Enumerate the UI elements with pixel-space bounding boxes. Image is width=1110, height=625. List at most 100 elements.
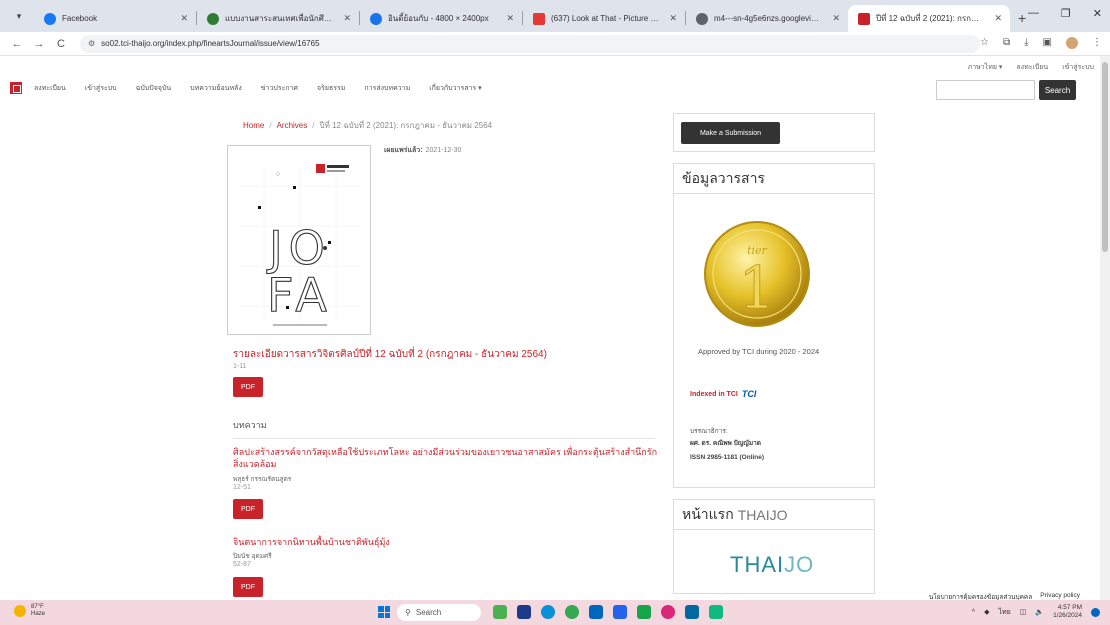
clock[interactable]: 4:57 PM 1/26/2024 <box>1053 604 1082 620</box>
tray-app-icon[interactable]: ◆ <box>984 608 989 616</box>
download-icon[interactable]: ⤓ <box>1024 37 1028 49</box>
page-scrollbar[interactable] <box>1100 56 1110 600</box>
nav-login[interactable]: เข้าสู่ระบบ <box>85 83 117 94</box>
close-window-icon[interactable]: ✕ <box>1093 7 1102 20</box>
browser-tab-active[interactable]: ปีที่ 12 ฉบับที่ 2 (2021): กรกฎาคม ✕ <box>848 5 1010 32</box>
web-page: ภาษาไทย ▾ ลงทะเบียน เข้าสู่ระบบ ลงทะเบีย… <box>0 56 1110 600</box>
editor-label: บรรณาธิการ: <box>690 428 728 435</box>
article-2-pages: 52-87 <box>233 561 251 568</box>
thaijo-logo-link[interactable]: THAIJO <box>730 552 814 578</box>
journal-info-details: บรรณาธิการ: ผศ. ดร. คณิพพ ปัญญัมาด ISSN … <box>690 426 764 464</box>
profile-avatar[interactable] <box>1066 37 1078 49</box>
nav-register[interactable]: ลงทะเบียน <box>34 83 66 94</box>
volume-icon[interactable]: 🔈 <box>1035 608 1044 616</box>
windows-taskbar: 87°F Haze ⚲ Search ^ ◆ ไทย ◫ 🔈 4:57 PM 1/2… <box>0 600 1110 625</box>
tray-chevron-icon[interactable]: ^ <box>972 609 975 616</box>
close-tab-icon[interactable]: ✕ <box>669 13 677 24</box>
youtube-favicon-icon <box>533 12 545 25</box>
notification-icon[interactable] <box>1091 607 1100 617</box>
breadcrumb-archives[interactable]: Archives <box>277 121 308 130</box>
restore-icon[interactable]: ❐ <box>1061 7 1071 20</box>
article-1-author: พสุธร์ กรรณรัตนสูตร <box>233 476 292 483</box>
windows-start-icon[interactable] <box>378 606 390 618</box>
toc-issue-details-link[interactable]: รายละเอียดวารสารวิจิตรศิลป์ปีที่ 12 ฉบับ… <box>233 347 547 362</box>
indexed-in-tci[interactable]: Indexed in TCI TCI <box>690 389 756 399</box>
system-tray: ^ ◆ ไทย ◫ 🔈 4:57 PM 1/26/2024 <box>972 604 1100 620</box>
weather-widget[interactable]: 87°F Haze <box>14 604 45 618</box>
close-tab-icon[interactable]: ✕ <box>180 13 188 24</box>
toc-pages: 1-11 <box>233 363 247 370</box>
more-menu-icon[interactable]: ⋮ <box>1092 37 1102 49</box>
taskbar-apps <box>493 605 723 619</box>
nav-about[interactable]: เกี่ยวกับวารสาร ▾ <box>429 83 481 94</box>
taskbar-search[interactable]: ⚲ Search <box>397 604 481 621</box>
file-explorer-icon[interactable] <box>517 605 531 619</box>
photos-app-icon[interactable] <box>661 605 675 619</box>
extensions-icon[interactable]: ⧉ <box>1003 37 1010 49</box>
tci-logo-icon: TCI <box>741 389 757 399</box>
back-arrow-icon[interactable]: ← <box>8 38 26 50</box>
thaijo-heading: หน้าแรก THAIJO <box>674 500 874 530</box>
close-tab-icon[interactable]: ✕ <box>506 13 514 24</box>
nav-current-issue[interactable]: ฉบับปัจจุบัน <box>136 83 172 94</box>
site-search-input[interactable] <box>936 80 1035 100</box>
article-2-pdf-button[interactable]: PDF <box>233 577 263 597</box>
issue-cover-image[interactable]: JO FA <box>227 145 371 335</box>
nav-ethics[interactable]: จริยธรรม <box>317 83 345 94</box>
close-tab-icon[interactable]: ✕ <box>994 13 1002 24</box>
tier-1-medal-icon: tier 1 <box>704 221 810 327</box>
address-toolbar: ← → C ⚙ so02.tci-thaijo.org/index.php/fi… <box>0 32 1110 56</box>
make-submission-button[interactable]: Make a Submission <box>681 122 780 144</box>
breadcrumb-home[interactable]: Home <box>243 121 264 130</box>
privacy-policy-link[interactable]: Privacy policy <box>1040 592 1080 600</box>
mail-app-icon[interactable] <box>589 605 603 619</box>
article-2-title-link[interactable]: จินตนาการจากนิทานพื้นบ้านชาติพันธุ์มุ้ง <box>233 536 658 548</box>
browser-tab-youtube[interactable]: (637) Look at That - Picture Boo ✕ <box>523 5 685 32</box>
login-link[interactable]: เข้าสู่ระบบ <box>1062 62 1094 73</box>
scroll-thumb[interactable] <box>1102 62 1108 252</box>
chrome-browser-icon[interactable] <box>565 605 579 619</box>
language-menu[interactable]: ภาษาไทย ▾ <box>968 62 1003 73</box>
bookmark-star-icon[interactable]: ☆ <box>980 37 989 49</box>
article-1-title-link[interactable]: ศิลปะสร้างสรรค์จากวัสดุเหลือใช้ประเภทโลห… <box>233 446 658 470</box>
browser-tab-facebook[interactable]: Facebook ✕ <box>34 5 196 32</box>
svg-text:1: 1 <box>739 254 776 322</box>
minimize-icon[interactable]: — <box>1028 7 1039 20</box>
new-tab-plus-icon[interactable]: + <box>1018 10 1026 26</box>
close-tab-icon[interactable]: ✕ <box>832 13 840 24</box>
nav-submissions[interactable]: การส่งบทความ <box>364 83 410 94</box>
ime-icon[interactable]: ไทย <box>998 607 1010 618</box>
widgets-app-icon[interactable] <box>493 605 507 619</box>
forward-arrow-icon[interactable]: → <box>30 38 48 50</box>
window-controls: — ❐ ✕ <box>1028 7 1102 20</box>
site-info-icon[interactable]: ⚙ <box>88 39 95 48</box>
cover-letters-bottom: FA <box>267 268 333 322</box>
outlook-app-icon[interactable] <box>685 605 699 619</box>
url-bar[interactable]: ⚙ so02.tci-thaijo.org/index.php/finearts… <box>80 34 980 53</box>
editor-name: ผศ. ดร. คณิพพ ปัญญัมาด <box>690 440 761 447</box>
tab-search-chevron-icon[interactable]: ▾ <box>8 5 30 27</box>
network-icon[interactable]: ◫ <box>1020 608 1027 616</box>
article-1-pages: 12-51 <box>233 484 251 491</box>
edge-browser-icon[interactable] <box>541 605 555 619</box>
privacy-policy-th-link[interactable]: นโยบายการคุ้มครองข้อมูลส่วนบุคคล <box>929 592 1032 600</box>
article-1-pdf-button[interactable]: PDF <box>233 499 263 519</box>
sidepanel-icon[interactable]: ▣ <box>1043 37 1052 49</box>
tier-caption: Approved by TCI during 2020 - 2024 <box>698 347 820 356</box>
nav-archives[interactable]: บทความย้อนหลัง <box>190 83 242 94</box>
nav-announcements[interactable]: ข่าวประกาศ <box>261 83 298 94</box>
teams-app-icon[interactable] <box>637 605 651 619</box>
close-tab-icon[interactable]: ✕ <box>343 13 351 24</box>
browser-tab-3[interactable]: อินดี้ย้อนกับ - 4800 × 2400px ✕ <box>360 5 522 32</box>
toc-pdf-button[interactable]: PDF <box>233 377 263 397</box>
journal-logo-icon[interactable] <box>10 82 22 94</box>
browser-tab-5[interactable]: m4---sn-4g5e6nzs.googlevideo ✕ <box>686 5 848 32</box>
articles-section-heading: บทความ <box>233 420 267 430</box>
store-app-icon[interactable] <box>613 605 627 619</box>
chat-app-icon[interactable] <box>709 605 723 619</box>
browser-tab-2[interactable]: แบบงานสาระสนเทศเพื่อนักศึกษ ✕ <box>197 5 359 32</box>
reload-icon[interactable]: C <box>52 38 70 50</box>
search-button[interactable]: Search <box>1039 80 1076 100</box>
register-link[interactable]: ลงทะเบียน <box>1016 62 1048 73</box>
breadcrumb-current: ปีที่ 12 ฉบับที่ 2 (2021): กรกฎาคม - ธัน… <box>319 121 493 130</box>
